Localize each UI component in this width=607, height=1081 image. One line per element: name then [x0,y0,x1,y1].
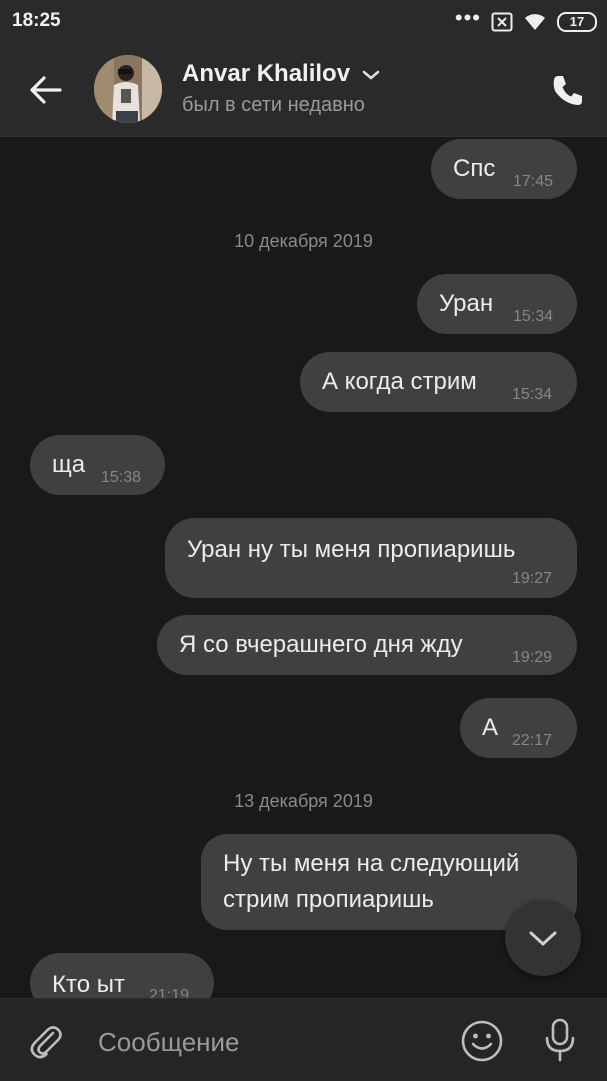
contact-status: был в сети недавно [182,94,365,116]
message-bubble-out[interactable]: Я со вчерашнего дня жду 19:29 [157,615,577,675]
message-time: 15:38 [101,469,142,486]
message-text: Уран ну ты меня пропиаришь [187,536,516,563]
message-time: 19:27 [512,570,553,587]
message-text: Спс [453,155,496,182]
emoji-icon[interactable] [460,1019,504,1063]
message-time: 17:45 [513,173,554,190]
message-text: Кто ыт [52,971,125,998]
message-input[interactable] [96,1019,430,1065]
message-bubble-out[interactable]: Спс 17:45 [431,139,577,199]
microphone-icon[interactable] [541,1017,579,1063]
arrow-left-icon [30,76,62,104]
message-bubble-in[interactable]: Кто ыт 21:19 [30,953,214,998]
message-text: ща [52,451,86,478]
message-composer [0,998,607,1081]
status-icons: ••• 17 [454,5,597,35]
message-bubble-out[interactable]: А когда стрим 15:34 [300,352,577,412]
message-text: А когда стрим [322,368,477,395]
message-text: Уран [439,290,494,317]
message-text: А [482,714,499,741]
scroll-down-button[interactable] [505,900,581,976]
message-text-line: стрим пропиаришь [223,886,434,913]
chat-header: Anvar Khalilov был в сети недавно [0,44,607,137]
message-bubble-out[interactable]: А 22:17 [460,698,577,758]
message-bubble-out[interactable]: Уран 15:34 [417,274,577,334]
paperclip-icon[interactable] [26,1021,66,1061]
message-bubble-in[interactable]: ща 15:38 [30,435,165,495]
chevron-down-icon[interactable] [361,68,381,82]
phone-icon [553,76,582,105]
sim-icon [491,12,513,32]
message-time: 15:34 [512,386,553,403]
message-time: 22:17 [512,732,553,749]
back-button[interactable] [22,66,70,114]
battery-icon: 17 [557,12,597,32]
message-time: 21:19 [149,987,190,998]
call-button[interactable] [548,70,588,110]
message-time: 15:34 [513,308,554,325]
message-bubble-out[interactable]: Уран ну ты меня пропиаришь 19:27 [165,518,577,598]
date-separator: 13 декабря 2019 [234,791,373,811]
message-time: 19:29 [512,649,553,666]
dots-icon: ••• [454,5,481,30]
message-text-line: Ну ты меня на следующий [223,850,520,877]
chevron-down-icon [529,931,557,946]
avatar[interactable] [94,55,162,123]
avatar-photo [94,55,162,123]
date-separator: 10 декабря 2019 [234,231,373,251]
wifi-icon [525,14,545,30]
battery-level: 17 [569,14,585,29]
contact-name[interactable]: Anvar Khalilov [182,60,350,88]
message-text: Я со вчерашнего дня жду [179,631,463,658]
status-bar: 18:25 ••• 17 [0,0,607,44]
message-list[interactable]: Спс 17:45 10 декабря 2019 Уран 15:34 А к… [0,137,607,998]
status-time: 18:25 [12,10,61,31]
